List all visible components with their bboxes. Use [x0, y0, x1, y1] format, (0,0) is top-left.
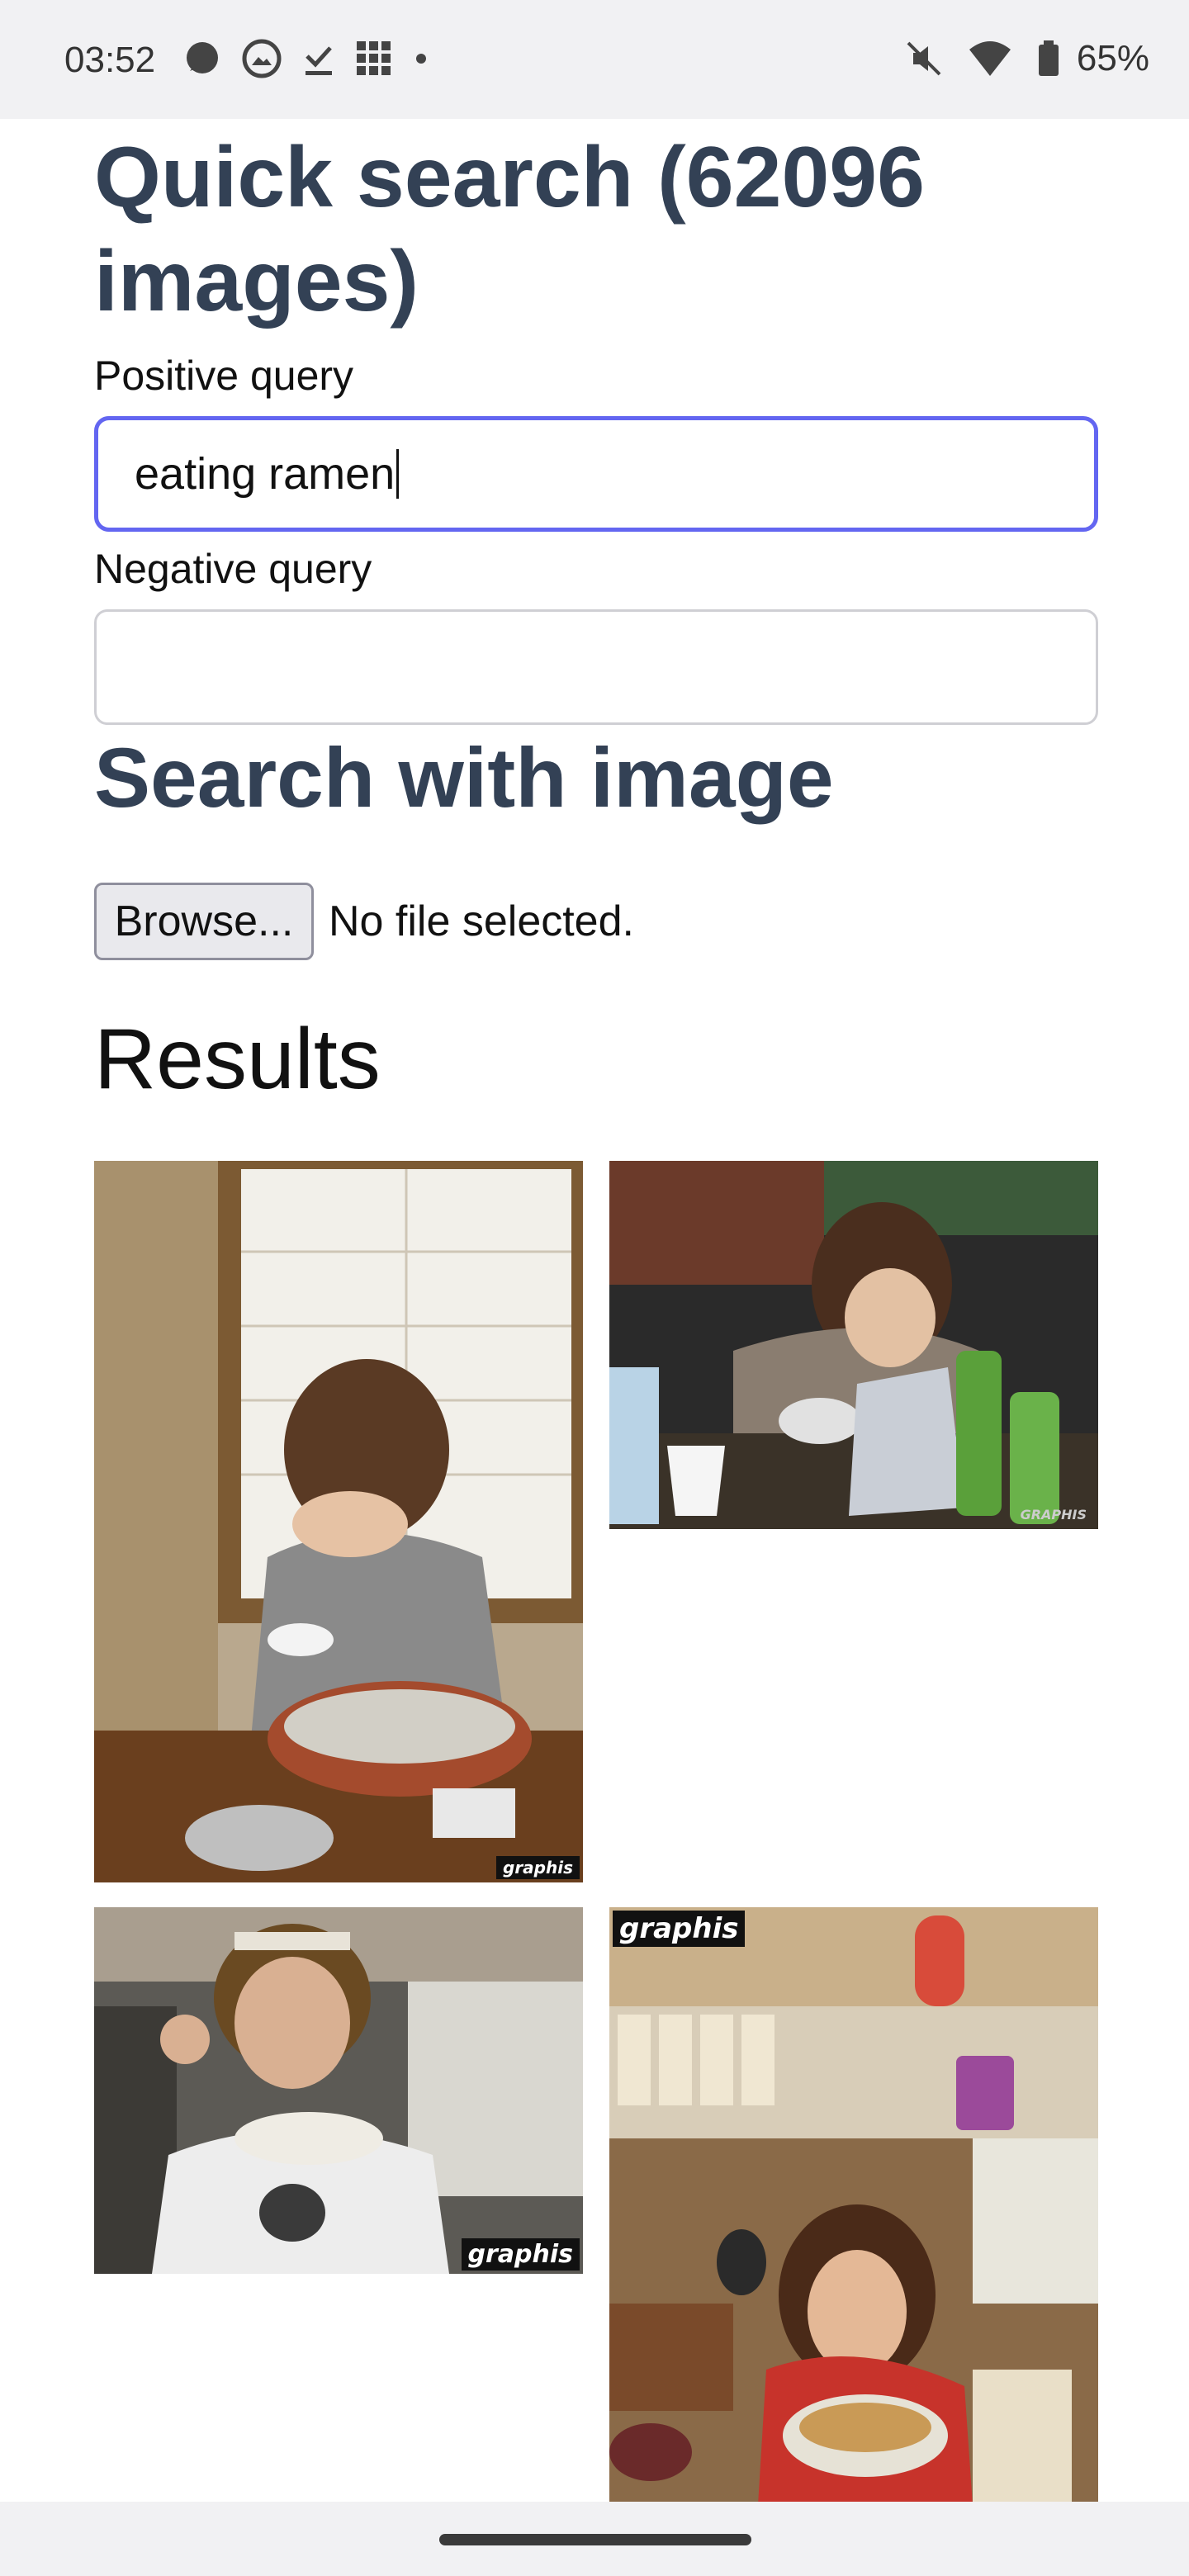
home-indicator[interactable]: [439, 2534, 751, 2545]
negative-query-input[interactable]: [94, 609, 1098, 725]
page-title: Quick search (62096 images): [94, 130, 925, 329]
mute-icon: [907, 41, 941, 76]
result-image-3-photo: [94, 1907, 583, 2274]
positive-query-value: eating ramen: [135, 449, 396, 499]
file-status-text: No file selected.: [329, 897, 634, 945]
positive-query-input[interactable]: eating ramen: [94, 416, 1098, 532]
battery-icon: [1038, 40, 1059, 76]
result-image-3[interactable]: graphis: [94, 1907, 583, 2274]
result-image-2-watermark: GRAPHIS: [1020, 1507, 1087, 1522]
app-grid-icon: [357, 41, 391, 75]
result-image-3-watermark: graphis: [461, 2238, 580, 2271]
wifi-icon: [969, 41, 1011, 76]
status-time: 03:52: [64, 40, 156, 80]
status-bar: 03:52 65%: [0, 0, 1189, 119]
result-image-1-watermark: graphis: [496, 1856, 580, 1879]
result-image-2[interactable]: GRAPHIS: [609, 1161, 1098, 1529]
results-heading: Results: [94, 1011, 381, 1107]
negative-query-label: Negative query: [94, 546, 372, 592]
image-search-heading: Search with image: [94, 731, 834, 825]
browse-button[interactable]: Browse...: [94, 883, 314, 960]
download-done-icon: [306, 46, 332, 75]
result-image-1[interactable]: graphis: [94, 1161, 583, 1882]
chat-bubble-icon: [187, 42, 218, 73]
text-caret: [396, 449, 400, 499]
result-image-1-photo: [94, 1161, 583, 1882]
gallery-icon: [242, 39, 282, 78]
dot-icon: [416, 54, 426, 64]
result-image-4[interactable]: graphis: [609, 1907, 1098, 2505]
result-image-4-watermark: graphis: [613, 1911, 746, 1947]
result-image-4-photo: [609, 1907, 1098, 2505]
positive-query-label: Positive query: [94, 353, 354, 399]
result-image-2-photo: [609, 1161, 1098, 1529]
battery-percent: 65%: [1076, 38, 1149, 78]
